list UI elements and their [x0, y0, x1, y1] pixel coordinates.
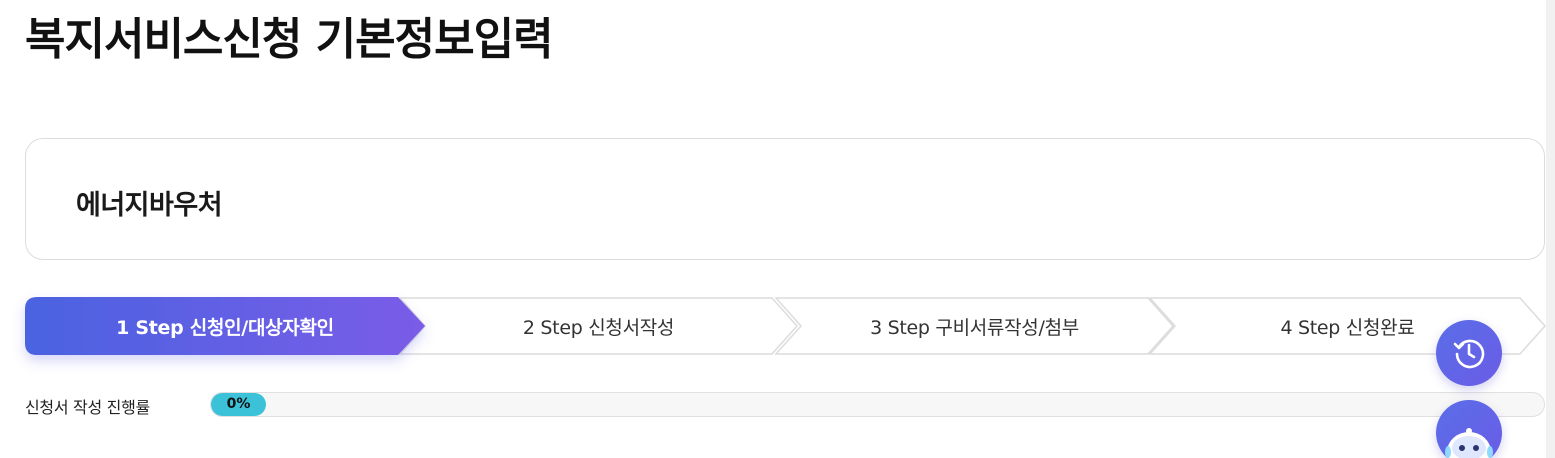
chatbot-button[interactable]: [1436, 400, 1502, 458]
step-3-label[interactable]: 3 Step 구비서류작성/첨부: [776, 313, 1173, 343]
service-card: 에너지바우처: [25, 138, 1545, 260]
service-name: 에너지바우처: [76, 190, 223, 221]
step-2-label[interactable]: 2 Step 신청서작성: [400, 313, 797, 343]
scrollbar[interactable]: [1546, 0, 1555, 458]
history-button[interactable]: [1436, 320, 1502, 386]
history-icon: [1453, 339, 1485, 369]
progress-fill: 0%: [211, 393, 266, 416]
step-1-label[interactable]: 1 Step 신청인/대상자확인: [25, 313, 425, 343]
progress-bar: 0%: [210, 392, 1545, 417]
page-title: 복지서비스신청 기본정보입력: [25, 14, 554, 65]
chatbot-icon: [1445, 428, 1493, 458]
page: 복지서비스신청 기본정보입력 에너지바우처 1 Step 신청인/대상자확인 2…: [0, 0, 1555, 458]
progress-label: 신청서 작성 진행률: [25, 398, 150, 417]
